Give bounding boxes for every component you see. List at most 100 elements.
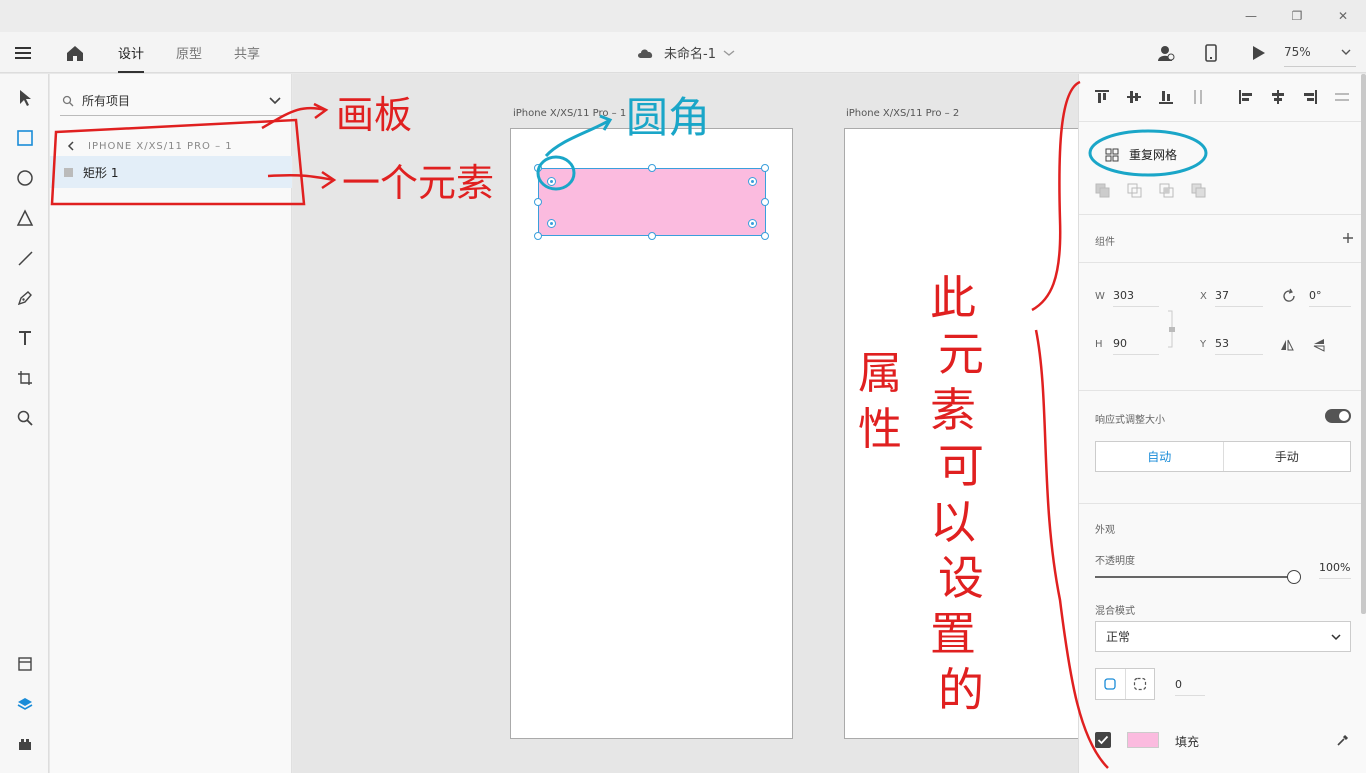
add-component-button[interactable]: [1341, 231, 1355, 245]
dashed-corners-icon: [1133, 677, 1146, 691]
individual-corners-button[interactable]: [1126, 669, 1155, 699]
share-user-button[interactable]: [1156, 32, 1176, 73]
repeat-grid-button[interactable]: 重复网格: [1105, 146, 1177, 163]
device-preview-button[interactable]: [1204, 32, 1218, 73]
triangle-icon: [16, 209, 33, 226]
selected-rectangle[interactable]: [538, 168, 766, 236]
resize-handle[interactable]: [534, 198, 542, 206]
pen-tool[interactable]: [0, 278, 49, 318]
corner-radius-handle[interactable]: [748, 219, 757, 228]
rectangle-tool[interactable]: [0, 118, 49, 158]
height-input[interactable]: 90: [1113, 333, 1159, 355]
flip-horizontal-button[interactable]: [1279, 337, 1295, 353]
all-corners-button[interactable]: [1096, 669, 1126, 699]
resize-handle[interactable]: [648, 232, 656, 240]
align-center-icon: [1272, 90, 1284, 104]
opacity-input[interactable]: 100%: [1319, 557, 1351, 579]
tab-share[interactable]: 共享: [234, 32, 260, 73]
resize-handle[interactable]: [534, 164, 542, 172]
align-top-button[interactable]: [1093, 88, 1111, 106]
zoom-tool[interactable]: [0, 398, 49, 438]
distribute-icon: [1335, 93, 1349, 101]
boolean-intersect-button[interactable]: [1159, 183, 1175, 199]
align-bottom-button[interactable]: [1157, 88, 1175, 106]
restore-button[interactable]: ❐: [1274, 0, 1320, 32]
text-tool[interactable]: [0, 318, 49, 358]
align-top-icon: [1095, 90, 1109, 103]
layer-item[interactable]: 矩形 1: [50, 156, 292, 188]
opacity-slider-thumb[interactable]: [1287, 570, 1301, 584]
align-right-icon: [1304, 90, 1317, 104]
mobile-icon: [1205, 43, 1217, 62]
align-middle-button[interactable]: [1125, 88, 1143, 106]
opacity-slider-track[interactable]: [1095, 576, 1295, 578]
artboard-label[interactable]: iPhone X/XS/11 Pro – 1: [513, 108, 626, 119]
distribute-icon: [1194, 90, 1202, 104]
fill-color-swatch[interactable]: [1127, 732, 1159, 748]
document-title-dropdown[interactable]: 未命名-1: [636, 32, 736, 73]
layer-filter-dropdown[interactable]: 所有项目: [60, 86, 284, 116]
annotation-text-one-element: 一个元素: [342, 161, 495, 205]
tools-toolbar: [0, 74, 49, 773]
lock-aspect-button[interactable]: [1166, 309, 1178, 349]
align-center-button[interactable]: [1269, 88, 1287, 106]
tab-design[interactable]: 设计: [118, 32, 145, 73]
ellipse-tool[interactable]: [0, 158, 49, 198]
align-left-button[interactable]: [1237, 88, 1255, 106]
blend-mode-select[interactable]: 正常: [1095, 621, 1351, 652]
resize-handle[interactable]: [761, 164, 769, 172]
corner-radius-input[interactable]: 0: [1175, 674, 1205, 696]
y-label: Y: [1200, 339, 1207, 350]
artboard-tool[interactable]: [0, 358, 49, 398]
line-tool[interactable]: [0, 238, 49, 278]
resize-auto-option[interactable]: 自动: [1096, 442, 1224, 471]
components-label: 组件: [1095, 237, 1115, 248]
select-tool[interactable]: [0, 78, 49, 118]
polygon-tool[interactable]: [0, 198, 49, 238]
tab-prototype[interactable]: 原型: [176, 32, 202, 73]
fill-checkbox[interactable]: [1095, 732, 1111, 748]
rotation-input[interactable]: 0°: [1309, 285, 1351, 307]
tab-design-label: 设计: [118, 47, 145, 62]
resize-handle[interactable]: [648, 164, 656, 172]
corner-mode-group: [1095, 668, 1155, 700]
close-window-button[interactable]: ✕: [1320, 0, 1366, 32]
home-button[interactable]: [64, 32, 86, 73]
boolean-exclude-button[interactable]: [1191, 183, 1207, 199]
corner-radius-handle[interactable]: [547, 219, 556, 228]
minimize-button[interactable]: —: [1228, 0, 1274, 32]
flip-vertical-button[interactable]: [1311, 337, 1327, 353]
play-preview-button[interactable]: [1250, 32, 1266, 73]
zoom-dropdown[interactable]: 75%: [1284, 37, 1356, 67]
grid-icon: [1105, 148, 1119, 161]
blend-mode-label: 混合模式: [1095, 606, 1135, 617]
resize-manual-option[interactable]: 手动: [1224, 442, 1351, 471]
layers-panel-button[interactable]: [0, 684, 49, 724]
y-input[interactable]: 53: [1215, 333, 1263, 355]
corner-radius-handle[interactable]: [748, 177, 757, 186]
rotate-button[interactable]: [1281, 288, 1297, 304]
align-right-button[interactable]: [1301, 88, 1319, 106]
width-input[interactable]: 303: [1113, 285, 1159, 307]
align-section: [1079, 74, 1363, 122]
resize-handle[interactable]: [761, 232, 769, 240]
resize-handle[interactable]: [534, 232, 542, 240]
boolean-subtract-button[interactable]: [1127, 183, 1143, 199]
assets-panel-button[interactable]: [0, 644, 49, 684]
menu-button[interactable]: [14, 32, 34, 73]
plugins-panel-button[interactable]: [0, 724, 49, 764]
resize-handle[interactable]: [761, 198, 769, 206]
distribute-horizontal-button[interactable]: [1333, 88, 1351, 106]
artboard-label[interactable]: iPhone X/XS/11 Pro – 2: [846, 108, 959, 119]
layer-item-label: 矩形 1: [83, 165, 119, 180]
distribute-vertical-button[interactable]: [1189, 88, 1207, 106]
responsive-toggle[interactable]: [1325, 409, 1351, 423]
boolean-add-button[interactable]: [1095, 183, 1111, 199]
corner-radius-handle[interactable]: [547, 177, 556, 186]
layer-breadcrumb[interactable]: IPHONE X/XS/11 PRO – 1: [50, 136, 292, 156]
inspector-scrollbar[interactable]: [1361, 74, 1366, 614]
assets-icon: [17, 657, 32, 671]
x-input[interactable]: 37: [1215, 285, 1263, 307]
hamburger-icon: [15, 46, 31, 59]
eyedropper-button[interactable]: [1335, 732, 1351, 748]
